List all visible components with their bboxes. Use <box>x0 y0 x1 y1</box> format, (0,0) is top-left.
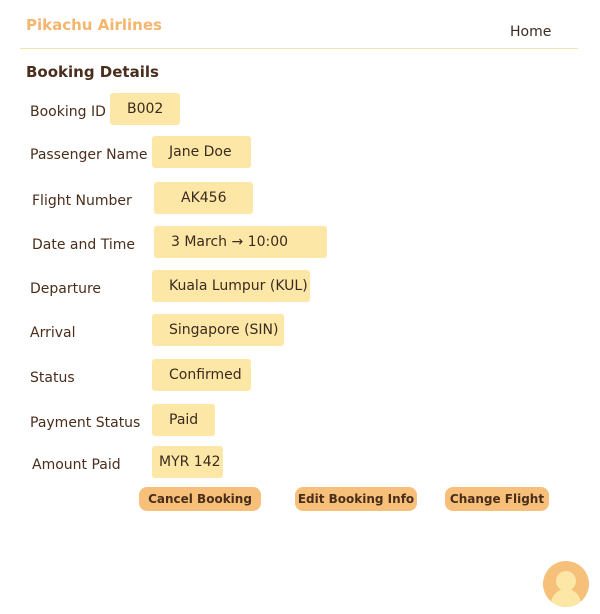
nav-home-link[interactable]: Home <box>510 24 551 40</box>
passenger-name-label: Passenger Name <box>30 147 148 163</box>
amount-paid-value: MYR 142 <box>152 446 223 478</box>
cancel-booking-button[interactable]: Cancel Booking <box>139 487 261 511</box>
departure-label: Departure <box>30 281 102 297</box>
date-time-value: 3 March → 10:00 <box>154 226 327 258</box>
passenger-name-value: Jane Doe <box>152 136 251 168</box>
change-flight-button[interactable]: Change Flight <box>445 487 549 511</box>
arrival-label: Arrival <box>30 325 76 341</box>
date-time-label: Date and Time <box>32 237 135 253</box>
departure-value: Kuala Lumpur (KUL) <box>152 270 310 302</box>
booking-id-label: Booking ID <box>30 104 106 120</box>
arrival-value: Singapore (SIN) <box>152 314 284 346</box>
avatar-body-shape <box>551 589 581 607</box>
booking-id-value: B002 <box>110 93 180 125</box>
amount-paid-label: Amount Paid <box>32 457 121 473</box>
header-divider <box>20 48 578 49</box>
page-title: Booking Details <box>26 63 159 81</box>
payment-status-label: Payment Status <box>30 415 141 431</box>
user-avatar-icon[interactable] <box>543 561 589 607</box>
flight-number-value: AK456 <box>154 182 253 214</box>
payment-status-value: Paid <box>152 404 215 436</box>
brand-logo-text[interactable]: Pikachu Airlines <box>26 16 162 34</box>
edit-booking-info-button[interactable]: Edit Booking Info <box>295 487 417 511</box>
status-value: Confirmed <box>152 359 251 391</box>
flight-number-label: Flight Number <box>32 193 132 209</box>
status-label: Status <box>30 370 75 386</box>
avatar-head-shape <box>556 571 576 591</box>
